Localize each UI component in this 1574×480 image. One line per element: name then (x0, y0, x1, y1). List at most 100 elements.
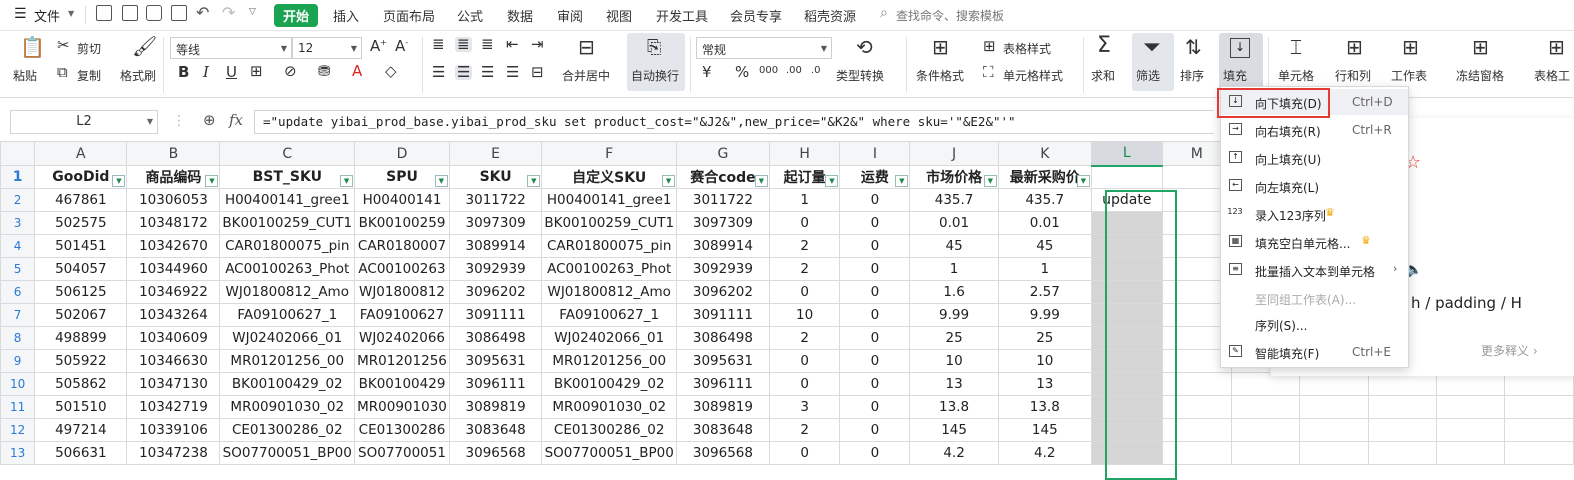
name-box[interactable]: L2 ▼ (10, 110, 158, 134)
cell[interactable]: 0 (839, 395, 911, 419)
merge-icon[interactable]: ⊟ (578, 37, 595, 57)
cell[interactable]: 3097309 (448, 211, 543, 235)
cell[interactable]: 10306053 (126, 188, 221, 212)
cell[interactable]: 1 (768, 188, 841, 212)
align-bottom-icon[interactable]: ≣ (481, 37, 494, 52)
cell[interactable]: BK00100429_02 (219, 372, 356, 396)
cell[interactable]: 10 (768, 303, 841, 327)
column-header[interactable]: J (909, 141, 999, 166)
freeze-panes-button[interactable]: 冻结窗格 (1456, 67, 1504, 84)
table-style-button[interactable]: 表格样式 (1003, 40, 1051, 57)
cell[interactable]: update (1090, 188, 1163, 212)
cell[interactable]: 505862 (34, 372, 128, 396)
command-search-input[interactable]: 查找命令、搜索模板 (896, 7, 1004, 24)
cell[interactable]: 13 (909, 372, 999, 396)
cell[interactable]: 3091111 (676, 303, 770, 327)
cell[interactable]: CAR01800075_pin (219, 234, 356, 258)
cell[interactable]: AC00100263_Phot (541, 257, 678, 281)
fill-menu-item[interactable]: ✎ 智能填充(F) Ctrl+E (1221, 339, 1408, 365)
distributed-icon[interactable]: ⊟ (531, 65, 544, 80)
cell[interactable] (1230, 395, 1301, 419)
cell[interactable] (1367, 418, 1438, 442)
cell[interactable]: 506125 (34, 280, 128, 304)
cell[interactable]: WJ02402066_01 (219, 326, 356, 350)
cell[interactable]: 25 (909, 326, 999, 350)
cell[interactable]: SO07700051 (354, 441, 450, 465)
fx-icon[interactable]: fx (229, 111, 243, 129)
select-all-corner[interactable] (0, 141, 36, 166)
cell[interactable]: 13 (997, 372, 1092, 396)
row-header[interactable]: 6 (0, 280, 36, 304)
cell[interactable]: 45 (909, 234, 999, 258)
cell[interactable]: WJ02402066 (354, 326, 450, 350)
header-cell[interactable]: 市场价格 ▼ (909, 165, 999, 189)
fill-menu-item[interactable]: ↑ 向上填充(U) (1221, 145, 1408, 171)
cell[interactable]: 10344960 (126, 257, 221, 281)
cell[interactable] (1367, 441, 1438, 465)
file-menu[interactable]: 文件 (34, 6, 60, 25)
cell[interactable]: 3089914 (448, 234, 543, 258)
justify-icon[interactable]: ☰ (506, 65, 519, 80)
cell[interactable]: BK00100429 (354, 372, 450, 396)
cell[interactable]: CE01300286_02 (541, 418, 678, 442)
border-icon[interactable]: ⊞ (250, 64, 263, 79)
cell[interactable]: 501451 (34, 234, 128, 258)
row-header[interactable]: 10 (0, 372, 36, 396)
cell[interactable]: 0 (839, 280, 911, 304)
cell[interactable]: 1 (997, 257, 1092, 281)
cell[interactable]: 10347238 (126, 441, 221, 465)
cell[interactable]: 10340609 (126, 326, 221, 350)
worksheet-icon[interactable]: ⊞ (1402, 37, 1419, 57)
cell[interactable] (1504, 395, 1574, 419)
cell[interactable]: 3096202 (676, 280, 770, 304)
row-column-icon[interactable]: ⊞ (1346, 37, 1363, 57)
cell-style-button[interactable]: 单元格样式 (1003, 67, 1063, 84)
cell[interactable]: 9.99 (909, 303, 999, 327)
table-tools-icon[interactable]: ⊞ (1548, 37, 1565, 57)
fill-color-icon[interactable]: ⛃ (318, 64, 331, 79)
fill-menu-item[interactable]: 至同组工作表(A)... (1221, 285, 1408, 311)
quick-access-more-icon[interactable]: ▽ (249, 7, 256, 17)
fill-button[interactable]: ↓ 填充 (1219, 33, 1263, 91)
row-column-button[interactable]: 行和列 (1335, 67, 1371, 84)
empty-cell[interactable] (1090, 165, 1163, 189)
table-tools-button[interactable]: 表格工 (1534, 67, 1570, 84)
filter-dropdown-icon[interactable]: ▼ (527, 175, 541, 187)
filter-dropdown-icon[interactable]: ▼ (825, 175, 839, 187)
cell[interactable] (1299, 441, 1369, 465)
chevron-down-icon[interactable]: ▼ (68, 9, 74, 18)
cell[interactable]: 3096202 (448, 280, 543, 304)
cell[interactable]: 3011722 (676, 188, 770, 212)
worksheet-button[interactable]: 工作表 (1391, 67, 1427, 84)
type-convert-button[interactable]: 类型转换 (836, 67, 884, 84)
scissors-icon[interactable]: ✂ (57, 38, 70, 53)
format-painter-icon[interactable]: 🖌 (132, 36, 157, 56)
cell[interactable]: 497214 (34, 418, 128, 442)
cell[interactable] (1090, 349, 1163, 373)
cell[interactable] (1090, 418, 1163, 442)
cell[interactable]: 1 (909, 257, 999, 281)
sort-button[interactable]: 排序 (1180, 67, 1204, 84)
filter-dropdown-icon[interactable]: ▼ (895, 175, 909, 187)
fill-menu-item[interactable]: 序列(S)... (1221, 311, 1408, 337)
sort-icon[interactable]: ⇅ (1185, 37, 1202, 57)
cell[interactable] (1090, 326, 1163, 350)
export-pdf-icon[interactable] (122, 5, 138, 21)
tab-view[interactable]: 视图 (606, 6, 632, 25)
tab-data[interactable]: 数据 (507, 6, 533, 25)
tab-page-layout[interactable]: 页面布局 (383, 6, 435, 25)
cell[interactable]: 10 (997, 349, 1092, 373)
copy-button[interactable]: 复制 (77, 67, 101, 84)
cell[interactable]: 3095631 (448, 349, 543, 373)
save-icon[interactable] (96, 5, 112, 21)
tab-home[interactable]: 开始 (274, 4, 319, 27)
strikethrough-icon[interactable]: ⊘ (284, 64, 297, 79)
cell[interactable]: 0 (839, 372, 911, 396)
header-cell[interactable]: SKU ▼ (448, 165, 543, 189)
more-definitions-link[interactable]: 更多释义 › (1481, 342, 1538, 359)
cell[interactable]: 505922 (34, 349, 128, 373)
cell[interactable]: BK00100259 (354, 211, 450, 235)
undo-icon[interactable]: ↶ (196, 3, 209, 22)
cell[interactable]: H00400141_gree1 (219, 188, 356, 212)
cell[interactable] (1230, 418, 1301, 442)
